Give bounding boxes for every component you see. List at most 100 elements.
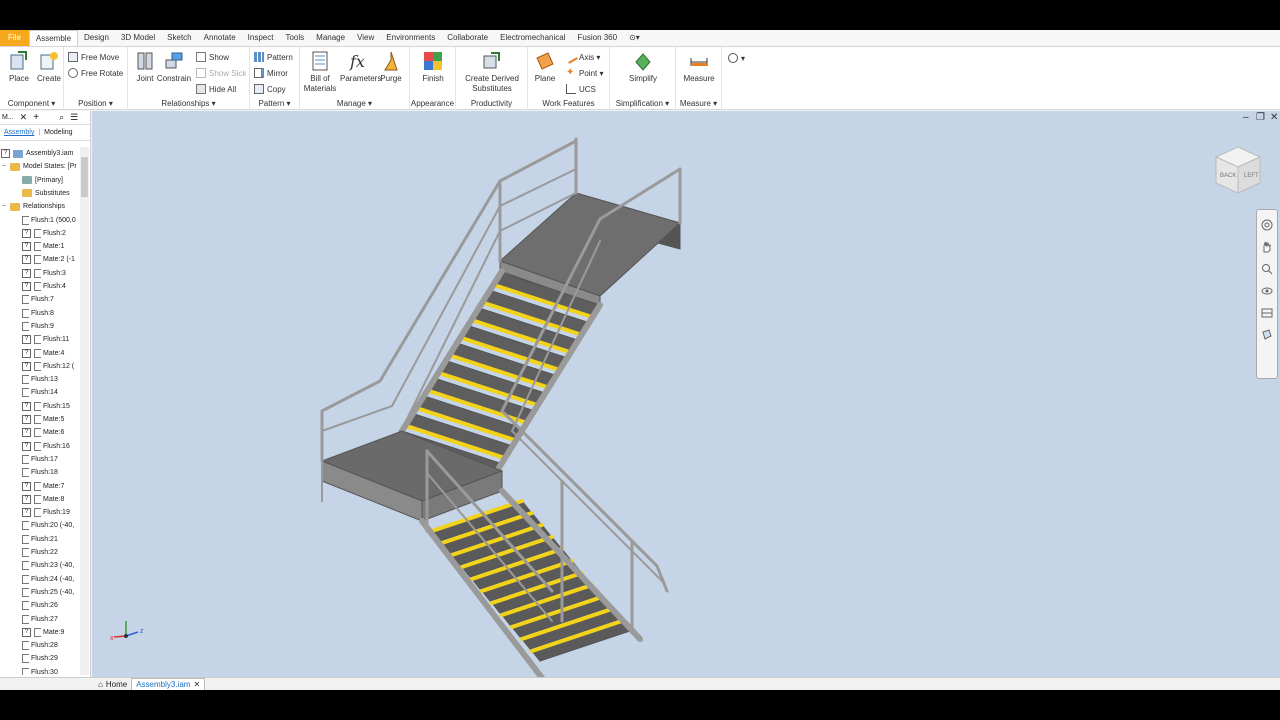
tab-collaborate[interactable]: Collaborate — [441, 30, 494, 46]
tree-constraint-item[interactable]: Flush:9 — [22, 320, 54, 333]
manage-panel-label[interactable]: Manage ▾ — [300, 99, 409, 108]
tab-manage[interactable]: Manage — [310, 30, 351, 46]
create-button[interactable]: Create — [32, 50, 66, 84]
tree-constraint-item[interactable]: ? Mate:1 — [22, 240, 64, 253]
tab-overflow-icon[interactable]: ⊙▾ — [623, 30, 646, 46]
tab-file[interactable]: File — [0, 30, 29, 46]
tree-constraint-item[interactable]: Flush:17 — [22, 453, 58, 466]
tree-constraint-item[interactable]: Flush:13 — [22, 373, 58, 386]
home-tab[interactable]: ⌂ Home — [94, 678, 131, 691]
tree-constraint-item[interactable]: ? Flush:11 — [22, 333, 69, 346]
collapse-icon[interactable]: − — [2, 163, 9, 170]
search-icon[interactable]: ⌕ — [59, 112, 64, 123]
constrain-button[interactable]: Constrain — [156, 50, 192, 84]
create-derived-substitutes-button[interactable]: Create Derived Substitutes — [462, 50, 522, 94]
tab-design[interactable]: Design — [78, 30, 115, 46]
tree-constraint-item[interactable]: Flush:27 — [22, 613, 58, 626]
close-window-icon[interactable]: ✕ — [1270, 112, 1278, 123]
bill-of-materials-button[interactable]: Bill of Materials — [302, 50, 338, 94]
mirror-button[interactable]: Mirror — [254, 66, 288, 80]
tree-constraint-item[interactable]: Flush:30 — [22, 666, 58, 675]
tree-constraint-item[interactable]: Flush:22 — [22, 546, 58, 559]
pattern-panel-label[interactable]: Pattern ▾ — [250, 99, 299, 108]
tree-relationships[interactable]: − Relationships — [2, 200, 65, 213]
zoom-icon[interactable] — [1260, 262, 1274, 276]
tree-constraint-item[interactable]: Flush:26 — [22, 599, 58, 612]
tree-constraint-item[interactable]: ? Flush:12 ( — [22, 360, 74, 373]
simplification-panel-label[interactable]: Simplification ▾ — [610, 99, 675, 108]
minimize-icon[interactable]: – — [1243, 112, 1249, 123]
tree-model-states[interactable]: − Model States: [Pr — [2, 160, 77, 173]
plane-button[interactable]: Plane — [528, 50, 562, 84]
finish-button[interactable]: Finish — [416, 50, 450, 84]
tab-tools[interactable]: Tools — [279, 30, 310, 46]
tree-constraint-item[interactable]: ? Flush:4 — [22, 280, 66, 293]
tree-constraint-item[interactable]: ? Mate:5 — [22, 413, 64, 426]
component-panel-label[interactable]: Component ▾ — [0, 99, 63, 108]
restore-icon[interactable]: ❐ — [1256, 112, 1265, 123]
steering-wheel-icon[interactable] — [1260, 218, 1274, 232]
tree-constraint-item[interactable]: ? Mate:8 — [22, 493, 64, 506]
axis-button[interactable]: Axis ▾ — [564, 50, 600, 64]
tree-constraint-item[interactable]: Flush:24 (-40, — [22, 573, 74, 586]
tree-constraint-item[interactable]: ? Mate:2 (-1 — [22, 253, 75, 266]
tab-fusion-360[interactable]: Fusion 360 — [572, 30, 624, 46]
tree-constraint-item[interactable]: ? Mate:6 — [22, 426, 64, 439]
tree-constraint-item[interactable]: Flush:21 — [22, 533, 58, 546]
viewcube[interactable]: BACK LEFT — [1210, 141, 1266, 197]
tab-annotate[interactable]: Annotate — [198, 30, 242, 46]
tree-constraint-item[interactable]: Flush:20 (-40, — [22, 519, 74, 532]
pan-icon[interactable] — [1260, 240, 1274, 254]
staircase-model[interactable] — [92, 111, 1280, 677]
tree-constraint-item[interactable]: Flush:1 (500,0 — [22, 214, 76, 227]
tree-constraint-item[interactable]: ? Flush:19 — [22, 506, 70, 519]
copy-button[interactable]: Copy — [254, 82, 286, 96]
tree-constraint-item[interactable]: Flush:23 (-40, — [22, 559, 74, 572]
position-panel-label[interactable]: Position ▾ — [64, 99, 127, 108]
tree-constraint-item[interactable]: ? Mate:4 — [22, 347, 64, 360]
tree-constraint-item[interactable]: Flush:25 (-40, — [22, 586, 74, 599]
measure-button[interactable]: Measure — [682, 50, 716, 84]
point-button[interactable]: ✦ Point ▾ — [566, 66, 603, 80]
tree-substitutes[interactable]: Substitutes — [22, 187, 70, 200]
tab-assemble[interactable]: Assemble — [28, 30, 79, 46]
parameters-button[interactable]: fx Parameters — [340, 50, 381, 84]
assembly-document-tab[interactable]: Assembly3.iam ✕ — [131, 677, 206, 690]
tab-environments[interactable]: Environments — [380, 30, 441, 46]
show-button[interactable]: Show — [196, 50, 229, 64]
tab-3d-model[interactable]: 3D Model — [115, 30, 161, 46]
tree-constraint-item[interactable]: ? Flush:3 — [22, 267, 66, 280]
show-sick-button[interactable]: Show Sick — [196, 66, 246, 80]
hide-all-button[interactable]: Hide All — [196, 82, 236, 96]
tree-constraint-item[interactable]: Flush:7 — [22, 293, 54, 306]
purge-button[interactable]: Purge — [376, 50, 406, 84]
tree-constraint-item[interactable]: Flush:8 — [22, 307, 54, 320]
look-at-icon[interactable] — [1260, 306, 1274, 320]
ucs-button[interactable]: UCS — [566, 82, 596, 96]
free-move-button[interactable]: Free Move — [68, 50, 119, 64]
tab-electromechanical[interactable]: Electromechanical — [494, 30, 571, 46]
tab-inspect[interactable]: Inspect — [242, 30, 280, 46]
free-rotate-button[interactable]: Free Rotate — [68, 66, 123, 80]
close-tab-icon[interactable]: ✕ — [193, 680, 200, 689]
view-face-icon[interactable] — [1260, 328, 1274, 342]
tree-constraint-item[interactable]: Flush:29 — [22, 652, 58, 665]
scrollbar-thumb[interactable] — [81, 157, 88, 197]
tree-constraint-item[interactable]: Flush:18 — [22, 466, 58, 479]
tree-root-assembly[interactable]: ? Assembly3.iam — [1, 147, 73, 160]
tree-constraint-item[interactable]: Flush:28 — [22, 639, 58, 652]
collapse-icon[interactable]: − — [2, 203, 9, 210]
close-icon[interactable]: ✕ — [20, 112, 28, 123]
menu-icon[interactable]: ☰ — [70, 112, 78, 123]
tab-modeling[interactable]: Modeling — [44, 129, 72, 136]
tab-assembly[interactable]: Assembly — [4, 129, 34, 136]
orbit-icon[interactable] — [1260, 284, 1274, 298]
pattern-button[interactable]: Pattern — [254, 50, 293, 64]
add-icon[interactable]: + — [33, 112, 39, 123]
tree-constraint-item[interactable]: ? Mate:7 — [22, 480, 64, 493]
simplify-button[interactable]: Simplify — [626, 50, 660, 84]
tree-constraint-item[interactable]: ? Flush:15 — [22, 400, 70, 413]
relationships-panel-label[interactable]: Relationships ▾ — [128, 99, 249, 108]
tree-constraint-item[interactable]: ? Mate:9 — [22, 626, 64, 639]
browser-scrollbar[interactable] — [80, 147, 89, 675]
